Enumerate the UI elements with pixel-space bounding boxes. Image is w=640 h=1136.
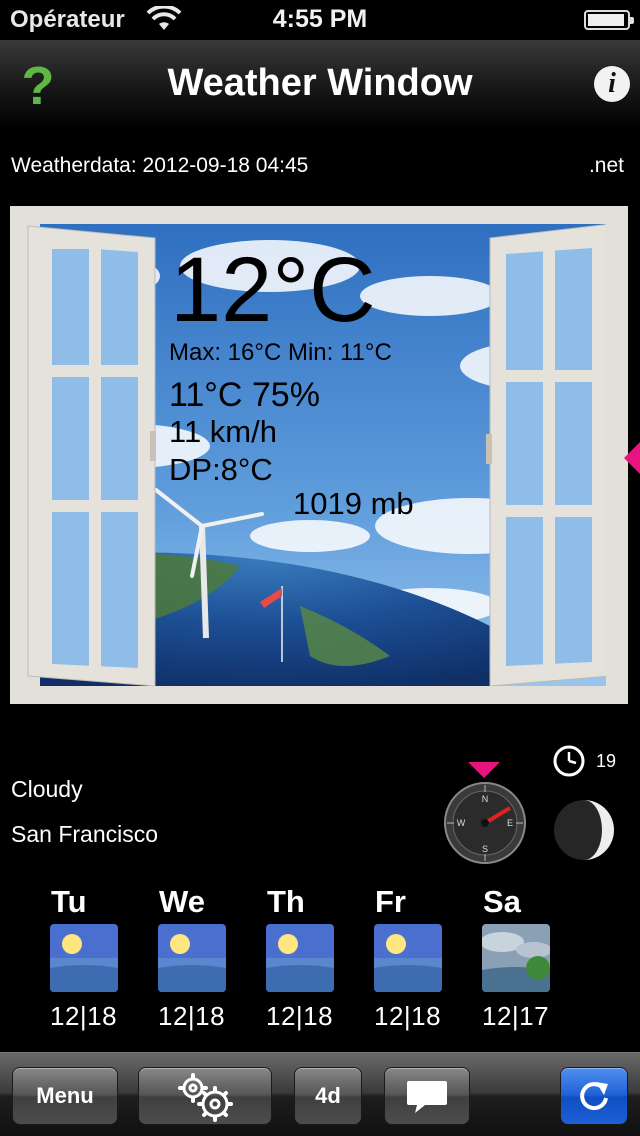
forecast-temps: 12|18 bbox=[50, 1001, 118, 1031]
compass-letter-s: S bbox=[482, 844, 488, 854]
compass-icon: N E S W bbox=[444, 782, 526, 864]
source-link[interactable]: .net bbox=[589, 154, 624, 178]
forecast-day-label: We bbox=[159, 884, 205, 919]
weather-window-scene[interactable]: 12°C Max: 16°C Min: 11°C 11°C 75% 11 km/… bbox=[10, 206, 628, 704]
refresh-button[interactable] bbox=[560, 1067, 628, 1125]
compass-letter-e: E bbox=[507, 818, 513, 828]
forecast-day-label: Tu bbox=[51, 884, 87, 919]
refresh-icon bbox=[580, 1082, 608, 1111]
status-bar: Opérateur 4:55 PM bbox=[0, 0, 640, 40]
forecast-day: Fr 12|18 bbox=[374, 884, 464, 1032]
current-temperature: 12°C bbox=[170, 239, 376, 341]
forecast-day: We 12|18 bbox=[158, 884, 248, 1032]
forecast-day: Sa 12|17 bbox=[480, 884, 572, 1032]
weatherdata-timestamp: Weatherdata: 2012-09-18 04:45 bbox=[11, 154, 309, 177]
dew-point: DP:8°C bbox=[169, 452, 273, 487]
forecast-day: Tu 12|18 bbox=[50, 884, 140, 1032]
forecast-day-label: Sa bbox=[483, 884, 521, 919]
navigation-bar: ? Weather Window i bbox=[0, 40, 640, 128]
sunny-icon bbox=[374, 924, 442, 992]
speech-bubble-icon bbox=[407, 1081, 447, 1113]
sunny-icon bbox=[158, 924, 226, 992]
compass-letter-n: N bbox=[482, 794, 489, 804]
gears-icon bbox=[178, 1073, 233, 1122]
moon-age: 19 bbox=[596, 751, 617, 771]
settings-button[interactable] bbox=[138, 1067, 272, 1125]
max-min-temperature: Max: 16°C Min: 11°C bbox=[169, 339, 392, 366]
wind-speed: 11 km/h bbox=[169, 414, 277, 449]
side-pager-arrow-icon[interactable] bbox=[624, 442, 640, 474]
forecast-temps: 12|18 bbox=[266, 1001, 334, 1031]
forecast-temps: 12|17 bbox=[482, 1001, 550, 1031]
forecast-days-button[interactable]: 4d bbox=[294, 1067, 362, 1125]
battery-icon bbox=[584, 10, 634, 30]
compass-letter-w: W bbox=[457, 818, 466, 828]
sunny-icon bbox=[50, 924, 118, 992]
weather-condition: Cloudy bbox=[11, 776, 83, 802]
forecast-day-label: Th bbox=[267, 884, 305, 919]
moon-phase-icon bbox=[554, 800, 614, 860]
forecast-day: Th 12|18 bbox=[266, 884, 356, 1032]
forecast-day-label: Fr bbox=[375, 884, 406, 919]
info-button[interactable]: i bbox=[594, 66, 630, 102]
air-pressure: 1019 mb bbox=[293, 486, 414, 521]
bottom-toolbar: Menu 4d bbox=[0, 1052, 640, 1136]
message-button[interactable] bbox=[384, 1067, 470, 1125]
city-name[interactable]: San Francisco bbox=[11, 821, 158, 848]
forecast-temps: 12|18 bbox=[158, 1001, 226, 1031]
menu-button[interactable]: Menu bbox=[12, 1067, 118, 1125]
wind-direction-marker-icon bbox=[468, 762, 500, 778]
clock-icon bbox=[553, 745, 585, 777]
status-time: 4:55 PM bbox=[272, 5, 368, 33]
cloudy-landscape-icon bbox=[480, 924, 552, 992]
sunny-icon bbox=[266, 924, 334, 992]
forecast-temps: 12|18 bbox=[374, 1001, 442, 1031]
temperature-humidity: 11°C 75% bbox=[169, 376, 320, 414]
page-title: Weather Window bbox=[167, 62, 473, 104]
